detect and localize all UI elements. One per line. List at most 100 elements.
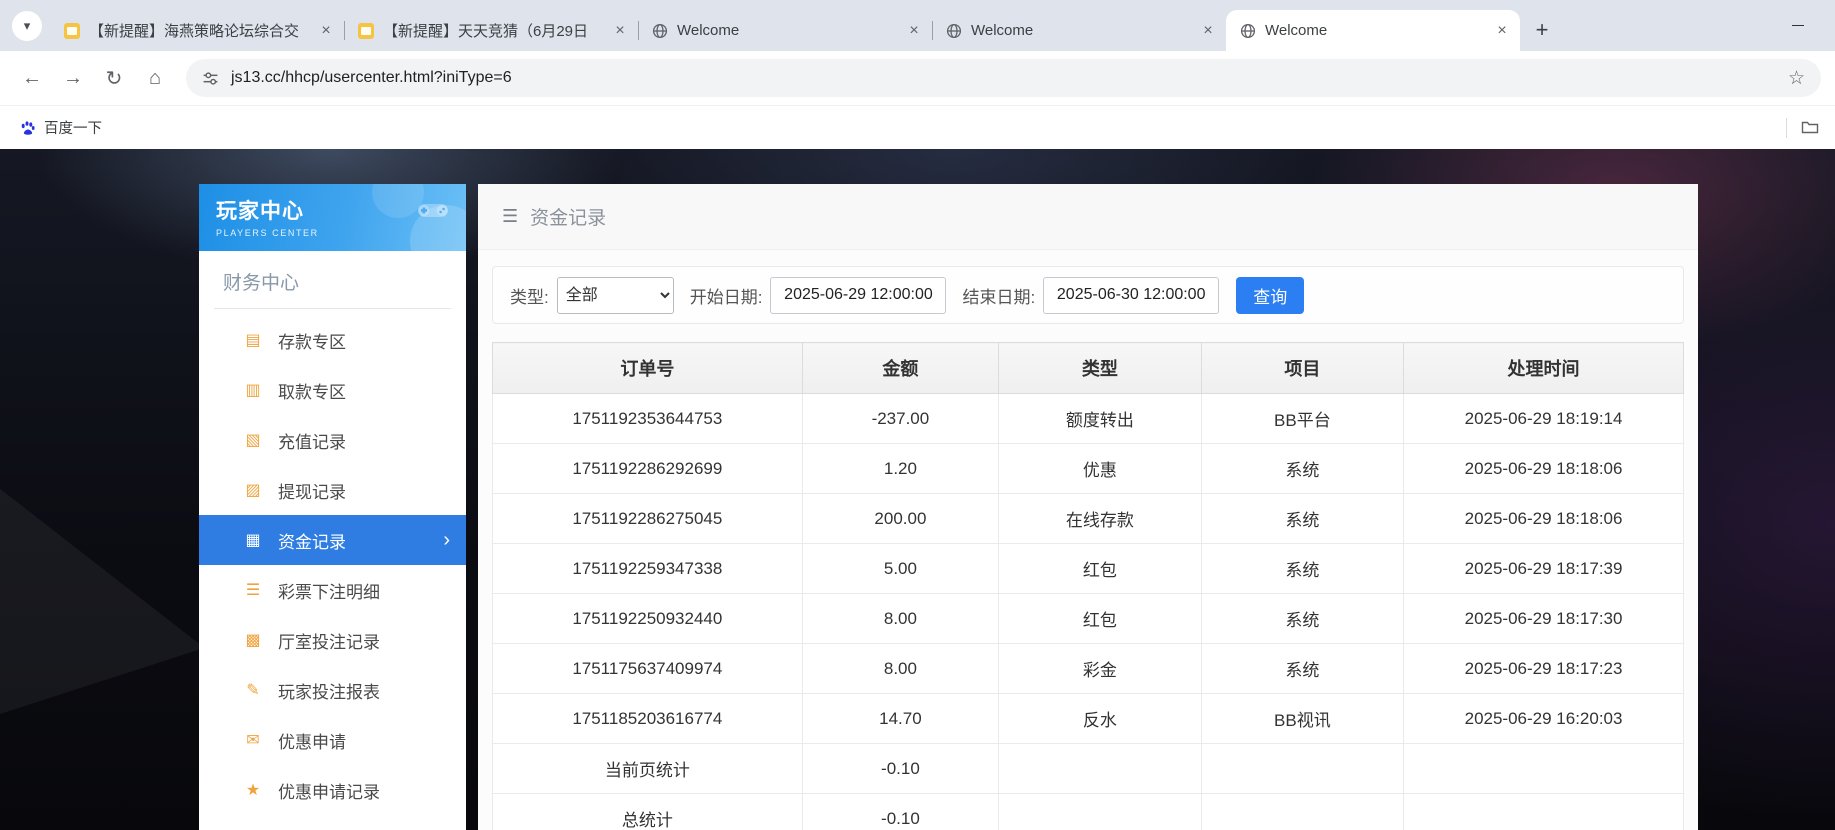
- tab-search-icon[interactable]: ▾: [12, 10, 42, 41]
- reload-icon[interactable]: ↻: [96, 60, 132, 96]
- cell-empty: [1403, 743, 1684, 794]
- back-icon[interactable]: ←: [14, 60, 50, 96]
- sidebar-item-recharge-records[interactable]: ▧ 充值记录: [199, 415, 466, 465]
- cell-project: 系统: [1200, 593, 1405, 644]
- table-row: 1751192286292699 1.20 优惠 系统 2025-06-29 1…: [492, 443, 1684, 494]
- type-select[interactable]: 全部: [556, 276, 674, 314]
- cell-empty: [1200, 743, 1405, 794]
- close-icon[interactable]: ×: [1492, 21, 1512, 41]
- sidebar-item-funds-records[interactable]: ▦ 资金记录 ›: [199, 515, 466, 565]
- cell-summary-label: 总统计: [492, 793, 803, 830]
- table-row: 1751192259347338 5.00 红包 系统 2025-06-29 1…: [492, 543, 1684, 594]
- cell-amount: -237.00: [801, 393, 1000, 444]
- bookmark-baidu[interactable]: 百度一下: [12, 113, 110, 142]
- browser-tab-1[interactable]: 【新提醒】海燕策略论坛综合交 ×: [50, 10, 344, 51]
- sidebar-item-promo-application-records[interactable]: ★ 优惠申请记录: [199, 765, 466, 815]
- cell-empty: [998, 793, 1202, 830]
- browser-toolbar: ← → ↻ ⌂ js13.cc/hhcp/usercenter.html?ini…: [0, 51, 1835, 105]
- cell-time: 2025-06-29 18:19:14: [1403, 393, 1684, 444]
- cell-amount: 8.00: [801, 643, 1000, 694]
- browser-tab-4[interactable]: Welcome ×: [932, 10, 1226, 51]
- cell-type: 反水: [998, 693, 1202, 744]
- cell-empty: [998, 743, 1202, 794]
- tab-title: Welcome: [1265, 22, 1328, 39]
- sidebar-item-withdrawal-records[interactable]: ▨ 提现记录: [199, 465, 466, 515]
- cell-amount: -0.10: [801, 793, 1000, 830]
- address-bar[interactable]: js13.cc/hhcp/usercenter.html?iniType=6 ☆: [186, 59, 1821, 97]
- table-row: 1751192353644753 -237.00 额度转出 BB平台 2025-…: [492, 393, 1684, 444]
- cell-project: BB视讯: [1200, 693, 1405, 744]
- sidebar-item-withdraw-zone[interactable]: ▥ 取款专区: [199, 365, 466, 415]
- cell-project: BB平台: [1200, 393, 1405, 444]
- mail-favicon-icon: [64, 22, 80, 39]
- sidebar-item-deposit-zone[interactable]: ▤ 存款专区: [199, 315, 466, 365]
- player-center-header: 玩家中心 PLAYERS CENTER: [199, 184, 466, 251]
- recharge-icon: ▧: [245, 432, 261, 449]
- close-icon[interactable]: ×: [316, 21, 336, 41]
- chevron-right-icon: ›: [443, 529, 450, 551]
- bookmark-star-icon[interactable]: ☆: [1788, 67, 1805, 90]
- end-date-input[interactable]: [1043, 276, 1220, 314]
- page-background: 玩家中心 PLAYERS CENTER 财务中心 ▤ 存款专区 ▥ 取款专区 ▧…: [0, 149, 1835, 830]
- query-button[interactable]: 查询: [1236, 276, 1305, 314]
- cell-project: 系统: [1200, 493, 1405, 544]
- browser-tab-2[interactable]: 【新提醒】天天竞猜（6月29日 ×: [344, 10, 638, 51]
- menu-toggle-icon[interactable]: ☰: [502, 206, 518, 227]
- minimize-icon: [1792, 25, 1804, 26]
- type-label: 类型:: [510, 287, 549, 307]
- cell-order-id: 1751192250932440: [492, 593, 803, 644]
- window-controls: [1775, 0, 1821, 51]
- start-date-input[interactable]: [770, 276, 947, 314]
- cell-project: 系统: [1200, 643, 1405, 694]
- browser-tab-5-active[interactable]: Welcome ×: [1226, 10, 1520, 51]
- table-row: 1751192286275045 200.00 在线存款 系统 2025-06-…: [492, 493, 1684, 544]
- cell-order-id: 1751185203616774: [492, 693, 803, 744]
- new-tab-icon[interactable]: +: [1526, 14, 1558, 46]
- other-bookmarks-folder-icon[interactable]: [1797, 115, 1823, 141]
- cell-order-id: 1751192286292699: [492, 443, 803, 494]
- cell-time: 2025-06-29 18:18:06: [1403, 443, 1684, 494]
- cell-project: 系统: [1200, 443, 1405, 494]
- globe-favicon-icon: [652, 23, 668, 38]
- promo-records-icon: ★: [245, 782, 261, 799]
- bookmarks-bar: 百度一下: [0, 105, 1835, 149]
- minimize-button[interactable]: [1775, 0, 1821, 51]
- sidebar-item-lottery-bet-details[interactable]: ☰ 彩票下注明细: [199, 565, 466, 615]
- cell-order-id: 1751192286275045: [492, 493, 803, 544]
- browser-tab-3[interactable]: Welcome ×: [638, 10, 932, 51]
- cell-time: 2025-06-29 18:18:06: [1403, 493, 1684, 544]
- cell-type: 优惠: [998, 443, 1202, 494]
- cell-amount: 1.20: [801, 443, 1000, 494]
- close-icon[interactable]: ×: [610, 21, 630, 41]
- cell-order-id: 1751192259347338: [492, 543, 803, 594]
- cell-time: 2025-06-29 18:17:23: [1403, 643, 1684, 694]
- url-text[interactable]: js13.cc/hhcp/usercenter.html?iniType=6: [231, 69, 1776, 87]
- site-settings-icon[interactable]: [202, 70, 219, 87]
- cell-type: 红包: [998, 593, 1202, 644]
- sidebar-menu: ▤ 存款专区 ▥ 取款专区 ▧ 充值记录 ▨ 提现记录 ▦ 资金记录 › ☰ 彩…: [199, 309, 466, 815]
- header-amount: 金额: [801, 342, 1000, 394]
- promo-application-icon: ✉: [246, 732, 260, 749]
- globe-favicon-icon: [1240, 23, 1256, 38]
- bookmark-label: 百度一下: [44, 121, 102, 137]
- hall-bet-icon: ▩: [245, 632, 261, 649]
- sidebar-item-hall-bet-records[interactable]: ▩ 厅室投注记录: [199, 615, 466, 665]
- table-row: 1751175637409974 8.00 彩金 系统 2025-06-29 1…: [492, 643, 1684, 694]
- forward-icon[interactable]: →: [55, 60, 91, 96]
- sidebar-item-player-bet-report[interactable]: ✎ 玩家投注报表: [199, 665, 466, 715]
- background-triangle-decoration: [0, 428, 209, 721]
- close-icon[interactable]: ×: [904, 21, 924, 41]
- home-icon[interactable]: ⌂: [137, 60, 173, 96]
- cell-type: 彩金: [998, 643, 1202, 694]
- cell-empty: [1403, 793, 1684, 830]
- cell-order-id: 1751192353644753: [492, 393, 803, 444]
- bookmarks-divider: [1786, 117, 1787, 138]
- cell-time: 2025-06-29 16:20:03: [1403, 693, 1684, 744]
- filter-bar: 类型: 全部 开始日期: 结束日期: 查询: [492, 266, 1684, 324]
- header-order-id: 订单号: [492, 342, 803, 394]
- start-date-label: 开始日期:: [689, 287, 763, 307]
- close-icon[interactable]: ×: [1198, 21, 1218, 41]
- cell-time: 2025-06-29 18:17:39: [1403, 543, 1684, 594]
- sidebar-item-promo-application[interactable]: ✉ 优惠申请: [199, 715, 466, 765]
- finance-center-label: 财务中心: [214, 251, 451, 309]
